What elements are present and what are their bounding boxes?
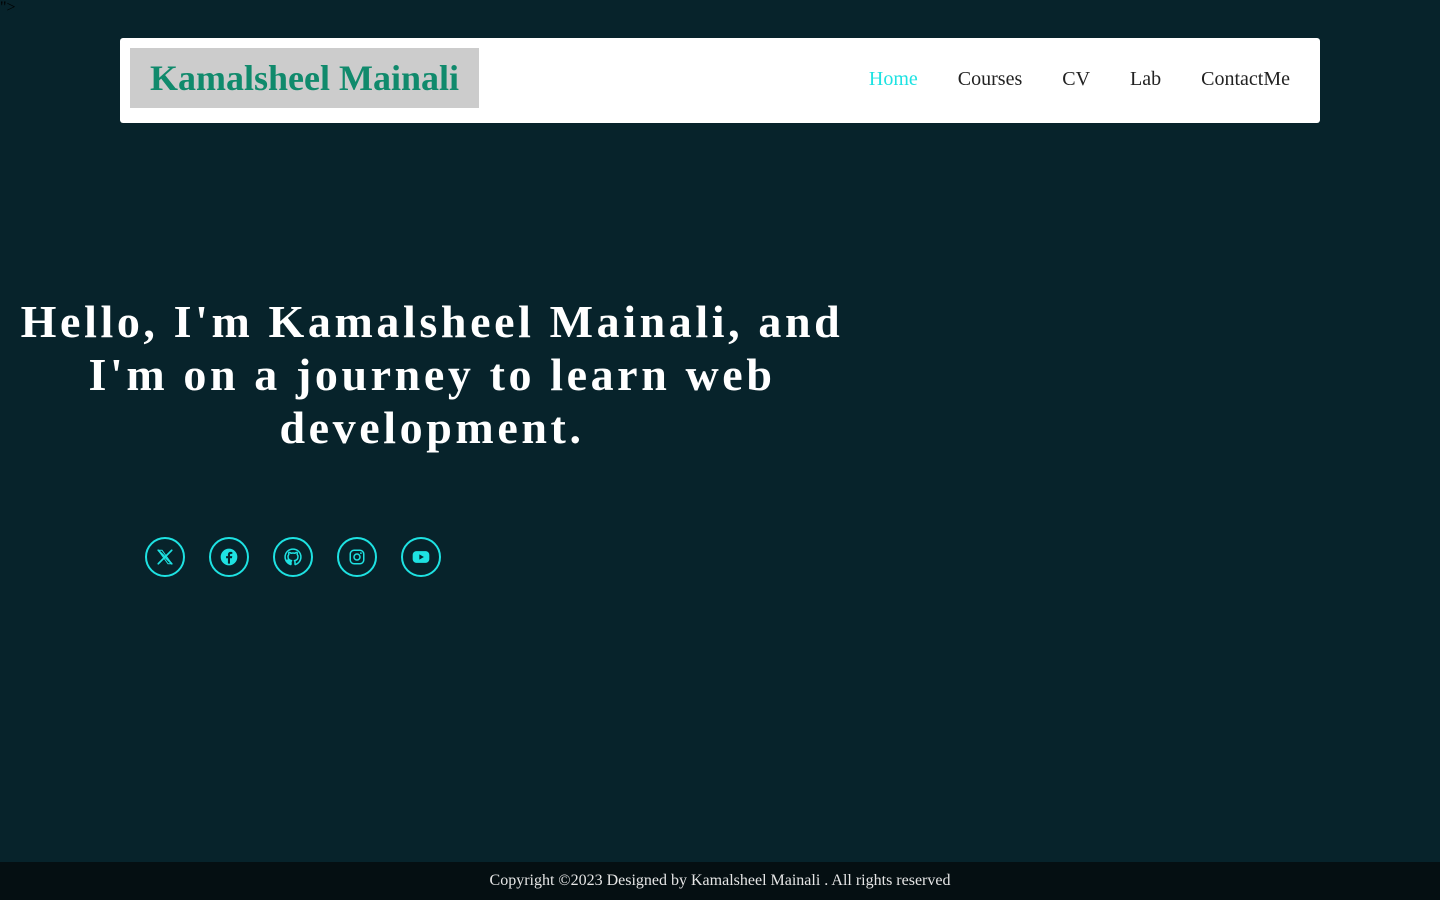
youtube-icon	[410, 547, 432, 567]
instagram-icon	[348, 548, 366, 566]
github-icon	[283, 547, 303, 567]
social-links	[145, 537, 441, 577]
facebook-icon	[219, 547, 239, 567]
nav-link-contactme[interactable]: ContactMe	[1201, 68, 1290, 90]
facebook-link[interactable]	[209, 537, 249, 577]
nav-link-home[interactable]: Home	[869, 68, 918, 90]
nav-menu: Home Courses CV Lab ContactMe	[869, 38, 1290, 120]
nav-link-cv[interactable]: CV	[1062, 68, 1090, 90]
x-twitter-icon	[156, 548, 174, 566]
hero-section: Hello, I'm Kamalsheel Mainali, and I'm o…	[0, 295, 864, 454]
copyright-text: Copyright ©2023 Designed by Kamalsheel M…	[489, 872, 951, 889]
x-twitter-link[interactable]	[145, 537, 185, 577]
footer: Copyright ©2023 Designed by Kamalsheel M…	[0, 862, 1440, 900]
brand-name: Kamalsheel Mainali	[150, 58, 459, 98]
nav-link-courses[interactable]: Courses	[958, 68, 1022, 90]
nav-link-lab[interactable]: Lab	[1130, 68, 1161, 90]
hero-title: Hello, I'm Kamalsheel Mainali, and I'm o…	[20, 296, 844, 453]
instagram-link[interactable]	[337, 537, 377, 577]
stray-markup-text: ">	[0, 0, 16, 16]
github-link[interactable]	[273, 537, 313, 577]
youtube-link[interactable]	[401, 537, 441, 577]
navbar: Kamalsheel Mainali Home Courses CV Lab C…	[120, 38, 1320, 123]
brand-logo-box[interactable]: Kamalsheel Mainali	[130, 48, 479, 108]
